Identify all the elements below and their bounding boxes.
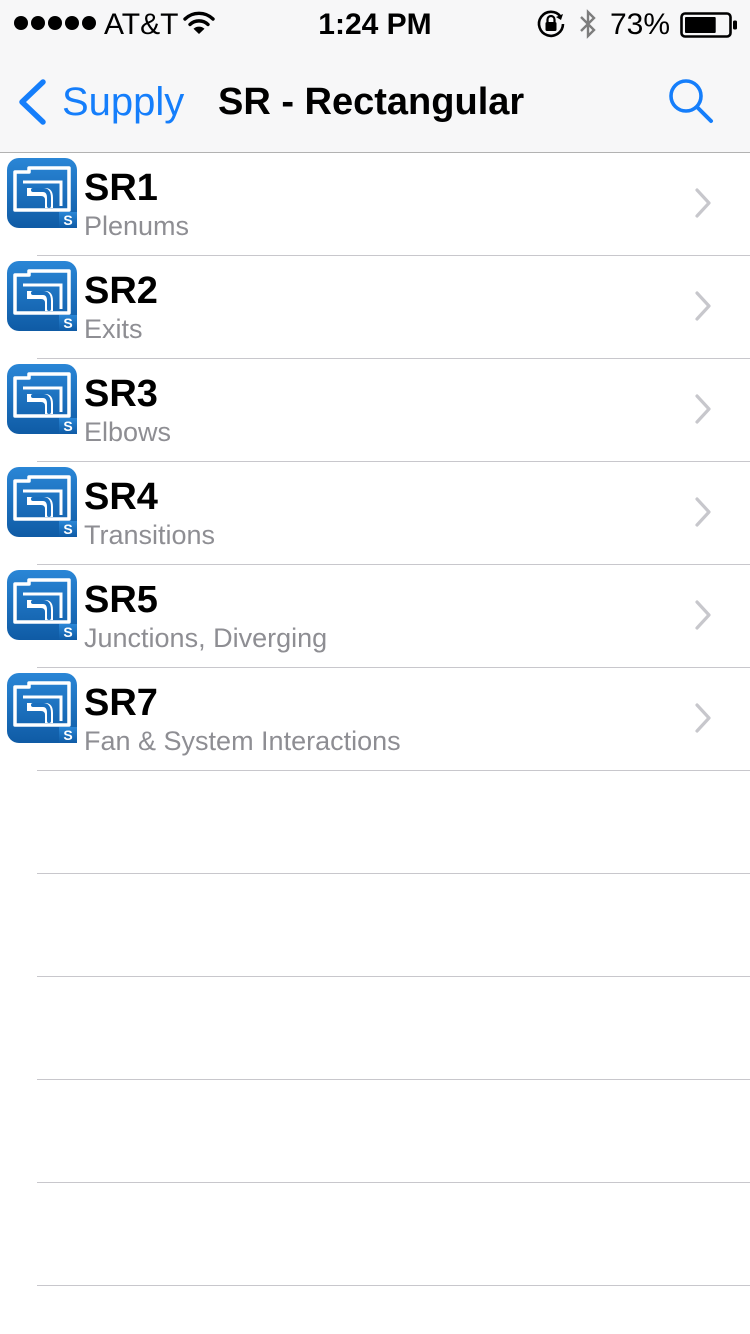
battery-icon	[680, 12, 737, 38]
battery-percent: 73%	[610, 8, 671, 41]
list-item[interactable]: SR3 Elbows	[0, 359, 750, 462]
list-item-code: SR5	[84, 579, 158, 621]
row-divider	[37, 1285, 750, 1286]
duct-fitting-app-icon	[7, 364, 77, 434]
back-button-label: Supply	[62, 80, 185, 124]
list-item[interactable]: SR2 Exits	[0, 256, 750, 359]
chevron-left-icon	[19, 79, 46, 125]
duct-fitting-app-icon	[7, 261, 77, 331]
list-item[interactable]: SR1 Plenums	[0, 153, 750, 256]
list-item-code: SR1	[84, 167, 158, 209]
navigation-header: AT&T 1:24 PM 73% Supply SR - Rectangular	[0, 0, 750, 153]
list-item-name: Junctions, Diverging	[84, 623, 328, 653]
chevron-right-icon	[695, 291, 711, 321]
search-icon[interactable]	[666, 76, 716, 126]
empty-row	[0, 1183, 750, 1286]
duct-fitting-app-icon	[7, 158, 77, 228]
list-item-code: SR3	[84, 373, 158, 415]
duct-fitting-app-icon	[7, 570, 77, 640]
list-item[interactable]: SR4 Transitions	[0, 462, 750, 565]
duct-fitting-app-icon	[7, 467, 77, 537]
chevron-right-icon	[695, 188, 711, 218]
back-button[interactable]: Supply	[16, 74, 184, 130]
empty-row	[0, 874, 750, 977]
chevron-right-icon	[695, 600, 711, 630]
list-item-code: SR7	[84, 682, 158, 724]
list-item-code: SR2	[84, 270, 158, 312]
list-item[interactable]: SR5 Junctions, Diverging	[0, 565, 750, 668]
list-item-name: Plenums	[84, 211, 190, 241]
page-title: SR - Rectangular	[218, 81, 525, 123]
chevron-right-icon	[695, 497, 711, 527]
rotation-lock-icon	[537, 10, 565, 38]
duct-fitting-app-icon	[7, 673, 77, 743]
category-list: SR1 Plenums SR2 Exits SR3 Elbows SR4 Tra…	[0, 153, 750, 1286]
status-bar: AT&T 1:24 PM 73%	[0, 0, 750, 48]
bluetooth-icon	[580, 9, 596, 39]
list-item-name: Transitions	[84, 520, 216, 550]
list-item-name: Exits	[84, 314, 143, 344]
list-item-code: SR4	[84, 476, 158, 518]
empty-row	[0, 1080, 750, 1183]
chevron-right-icon	[695, 703, 711, 733]
list-item[interactable]: SR7 Fan & System Interactions	[0, 668, 750, 771]
empty-row	[0, 977, 750, 1080]
chevron-right-icon	[695, 394, 711, 424]
list-item-name: Elbows	[84, 417, 172, 447]
empty-row	[0, 771, 750, 874]
list-item-name: Fan & System Interactions	[84, 726, 401, 756]
